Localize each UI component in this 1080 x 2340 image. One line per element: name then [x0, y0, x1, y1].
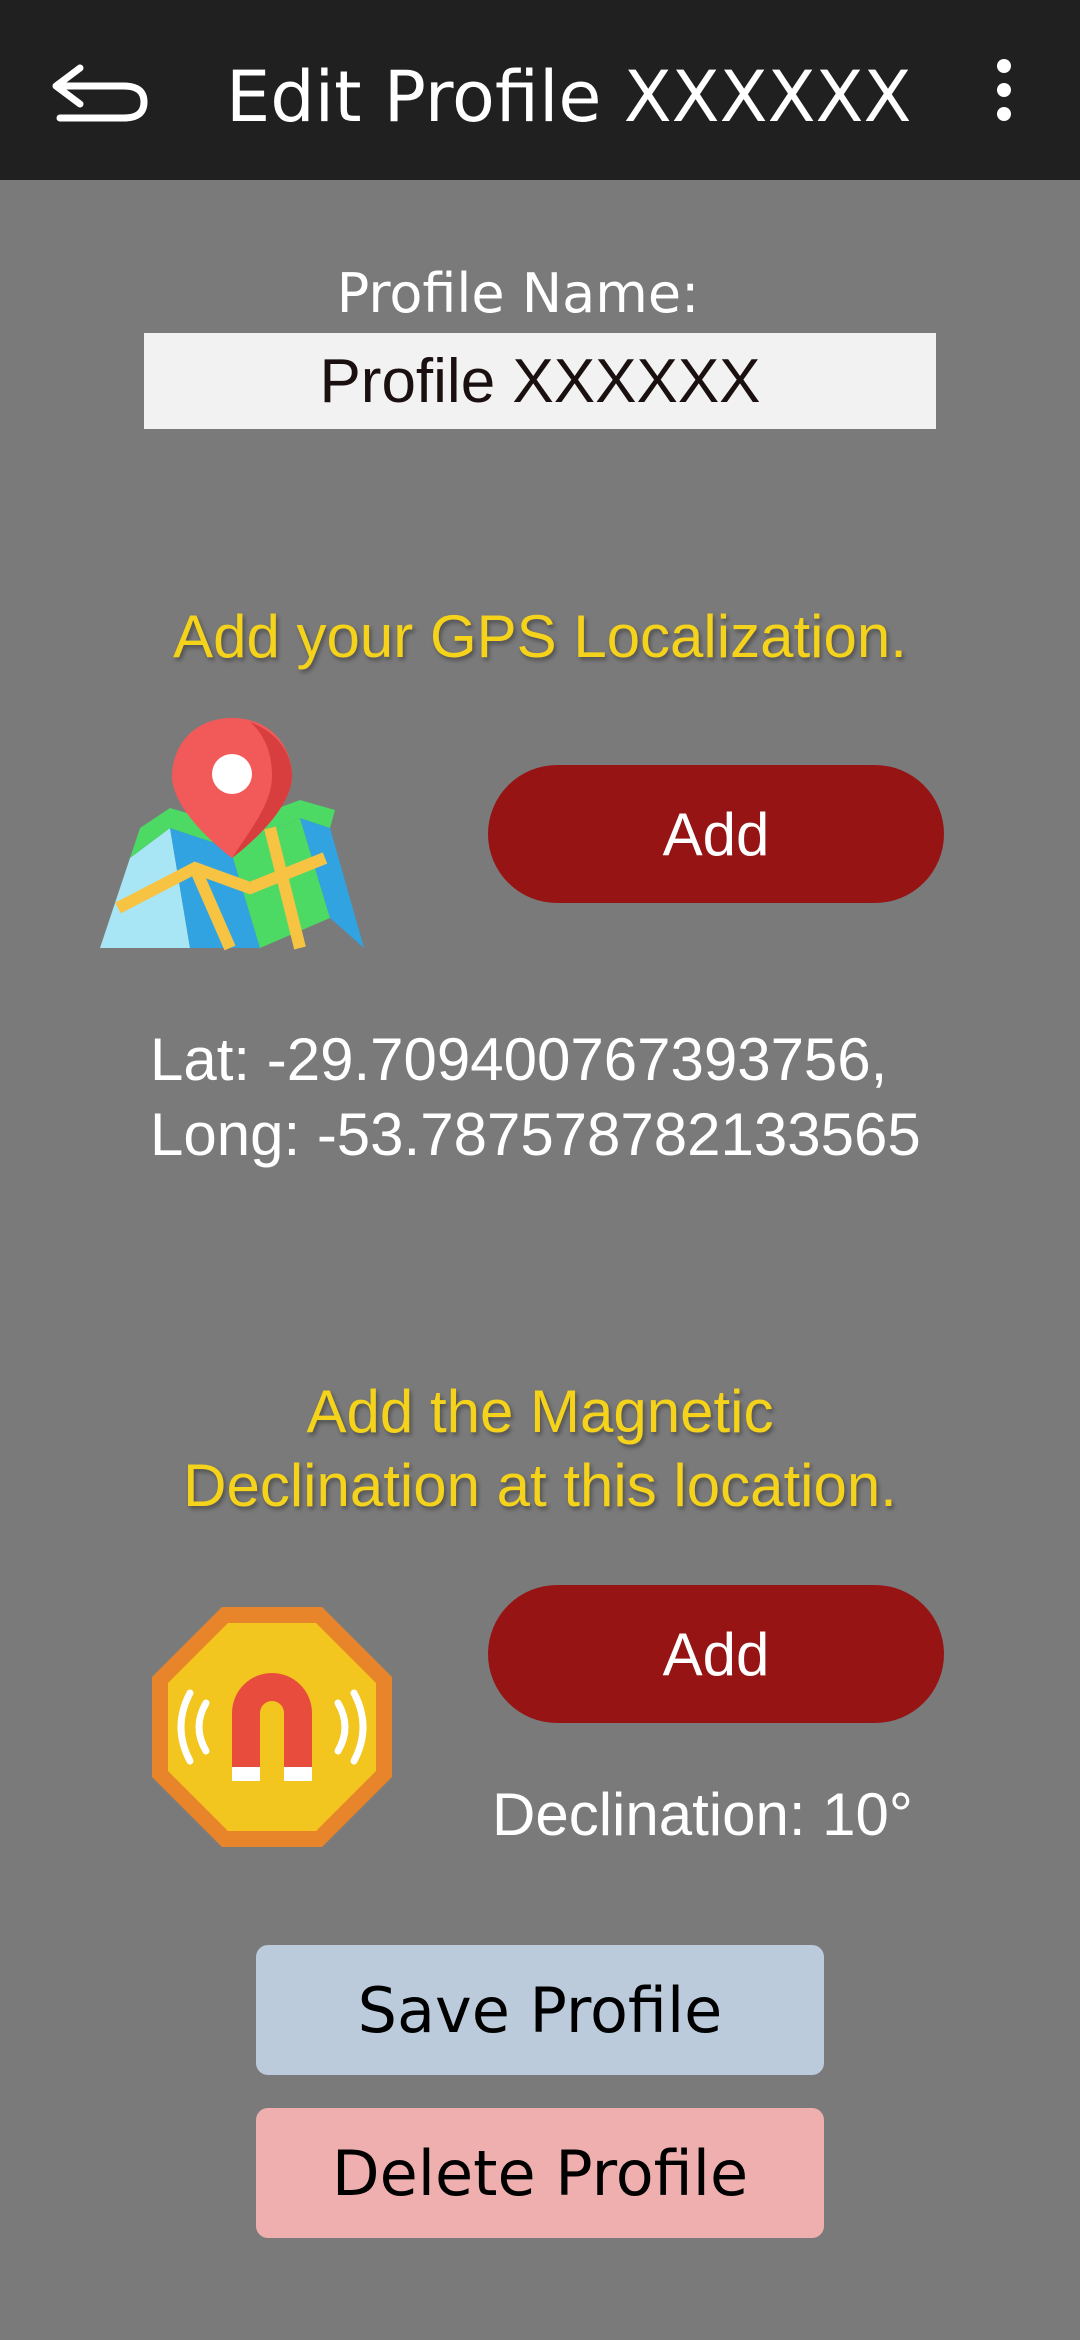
overflow-menu-button[interactable] — [984, 56, 1024, 126]
magnetic-declination-heading: Add the Magnetic Declination at this loc… — [0, 1375, 1080, 1523]
add-declination-button[interactable]: Add — [488, 1585, 944, 1723]
declination-value: Declination: 10° — [492, 1781, 913, 1848]
back-arrow-icon — [52, 64, 148, 122]
map-pin-icon — [100, 718, 364, 952]
gps-heading: Add your GPS Localization. — [173, 603, 907, 670]
delete-profile-button[interactable]: Delete Profile — [256, 2108, 824, 2238]
app-bar: Edit Profile XXXXXX — [0, 0, 1080, 180]
edit-profile-screen: Edit Profile XXXXXX Profile Name: Add yo… — [0, 0, 1080, 2340]
magnet-icon — [148, 1603, 396, 1851]
longitude-text: Long: -53.787578782133565 — [150, 1101, 921, 1168]
latitude-text: Lat: -29.709400767393756, — [150, 1026, 888, 1093]
more-vert-icon — [997, 59, 1011, 121]
magnetic-heading-line-1: Add the Magnetic — [306, 1378, 774, 1445]
page-title: Edit Profile XXXXXX — [226, 56, 912, 138]
profile-name-label: Profile Name: — [336, 262, 700, 325]
add-gps-button[interactable]: Add — [488, 765, 944, 903]
profile-name-input[interactable] — [144, 333, 936, 429]
back-button[interactable] — [48, 52, 158, 132]
save-profile-button[interactable]: Save Profile — [256, 1945, 824, 2075]
gps-coordinates: Lat: -29.709400767393756, Long: -53.7875… — [150, 1022, 921, 1172]
magnetic-heading-line-2: Declination at this location. — [183, 1452, 897, 1519]
